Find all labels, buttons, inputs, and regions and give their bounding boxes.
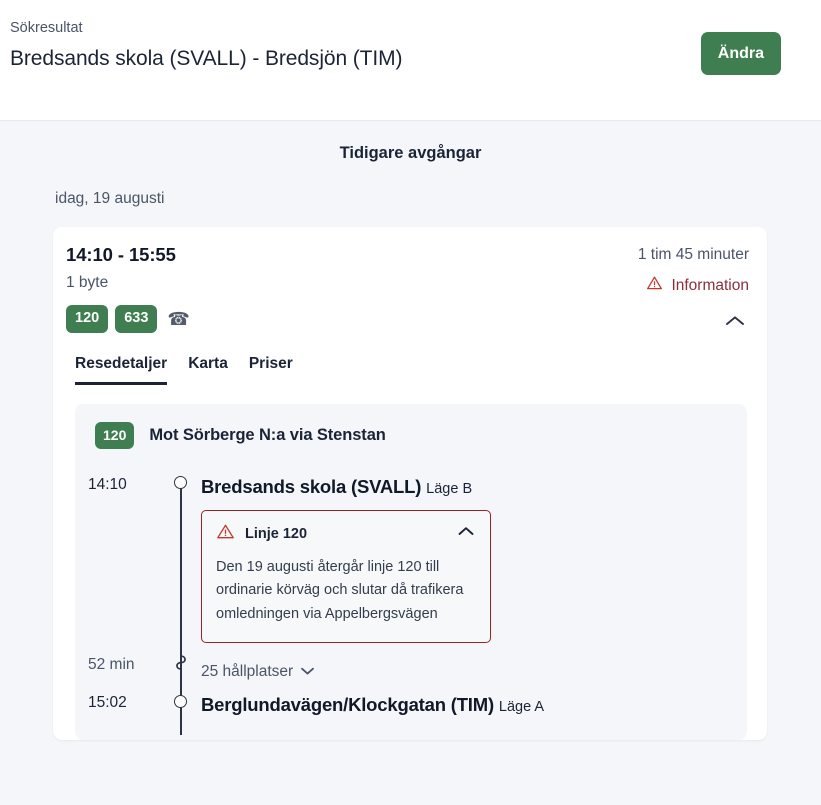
timeline-row-departure: 14:10 Bredsands skola (SVALL) Läge B Lin… (75, 463, 747, 673)
trip-details-panel: 120 Mot Sörberge N:a via Stenstan 14:10 … (75, 403, 747, 741)
timeline-stop-dot (174, 475, 187, 489)
timeline-line (180, 613, 182, 658)
breadcrumb: Sökresultat (10, 20, 83, 36)
tab-resedetaljer[interactable]: Resedetaljer (75, 355, 168, 385)
timeline-stop-dot (174, 695, 187, 709)
warning-triangle-icon (216, 523, 235, 545)
trip-collapse-button[interactable] (723, 314, 749, 328)
leg-direction: Mot Sörberge N:a via Stenstan (149, 425, 386, 444)
trip-summary: 14:10 - 15:55 1 byte 120 633 ☎ 1 tim 45 … (53, 227, 767, 341)
timeline-intermediate-stops-marker (173, 654, 189, 677)
arrival-stop-label: Berglundavägen/Klockgatan (TIM) (201, 694, 494, 716)
departure-stop-label: Bredsands skola (SVALL) (201, 475, 422, 497)
page-title: Bredsands skola (SVALL) - Bredsjön (TIM) (10, 47, 403, 71)
header-text-block: Sökresultat Bredsands skola (SVALL) - Br… (10, 18, 403, 73)
arrival-stop-name: Berglundavägen/Klockgatan (TIM) Läge A (201, 689, 729, 716)
ride-duration: 52 min (88, 656, 135, 674)
intermediate-stops-label: 25 hållplatser (201, 663, 294, 681)
alert-header-left: Linje 120 (216, 523, 307, 545)
alert-body-text: Den 19 augusti återgår linje 120 till or… (216, 558, 464, 622)
trip-summary-left: 14:10 - 15:55 1 byte 120 633 ☎ (66, 243, 190, 333)
chevron-down-icon (300, 663, 315, 681)
arrival-time: 15:02 (88, 694, 127, 712)
results-panel: Tidigare avgångar idag, 19 augusti 14:10… (0, 120, 821, 805)
trip-information-label: Information (671, 276, 749, 294)
ride-content: 25 hållplatser (201, 643, 747, 681)
tab-priser[interactable]: Priser (249, 355, 293, 385)
departure-stop-name: Bredsands skola (SVALL) Läge B (201, 471, 729, 498)
earlier-departures-button[interactable]: Tidigare avgångar (0, 121, 821, 163)
trip-times: 14:10 - 15:55 (66, 244, 176, 265)
day-label: idag, 19 augusti (55, 190, 165, 207)
line-disruption-alert: Linje 120 Den 19 augusti återgår linje 1… (201, 509, 491, 644)
leg-header: 120 Mot Sörberge N:a via Stenstan (75, 421, 747, 449)
departure-platform: Läge B (426, 480, 473, 497)
warning-triangle-icon (646, 275, 663, 296)
telephone-icon: ☎ (167, 309, 190, 330)
trip-information-link[interactable]: Information (646, 275, 749, 296)
alert-collapse-button[interactable] (456, 525, 476, 543)
departure-content: Bredsands skola (SVALL) Läge B Linje 120… (201, 463, 747, 644)
trip-line-badges: 120 633 ☎ (66, 305, 190, 333)
line-badge-120[interactable]: 120 (66, 305, 109, 333)
trip-tabs: Resedetaljer Karta Priser (53, 341, 767, 385)
intermediate-stops-toggle[interactable]: 25 hållplatser (201, 651, 729, 681)
arrival-platform: Läge A (498, 699, 545, 716)
trip-changes: 1 byte (66, 274, 109, 292)
tab-karta[interactable]: Karta (188, 355, 228, 385)
trip-summary-right: 1 tim 45 minuter Information (638, 243, 749, 328)
alert-header[interactable]: Linje 120 (216, 523, 476, 545)
timeline-row-arrival: 15:02 Berglundavägen/Klockgatan (TIM) Lä… (75, 659, 747, 716)
change-search-button[interactable]: Ändra (700, 32, 781, 76)
trip-duration: 1 tim 45 minuter (637, 246, 749, 263)
leg-line-badge[interactable]: 120 (95, 421, 135, 449)
arrival-content: Berglundavägen/Klockgatan (TIM) Läge A (201, 681, 747, 716)
line-badge-633[interactable]: 633 (115, 305, 158, 333)
trip-card[interactable]: 14:10 - 15:55 1 byte 120 633 ☎ 1 tim 45 … (53, 227, 767, 741)
alert-title: Linje 120 (245, 525, 308, 542)
departure-time: 14:10 (88, 475, 127, 493)
page-header: Sökresultat Bredsands skola (SVALL) - Br… (0, 0, 821, 120)
timeline-row-ride: 52 min 25 hållplatser (75, 613, 747, 736)
